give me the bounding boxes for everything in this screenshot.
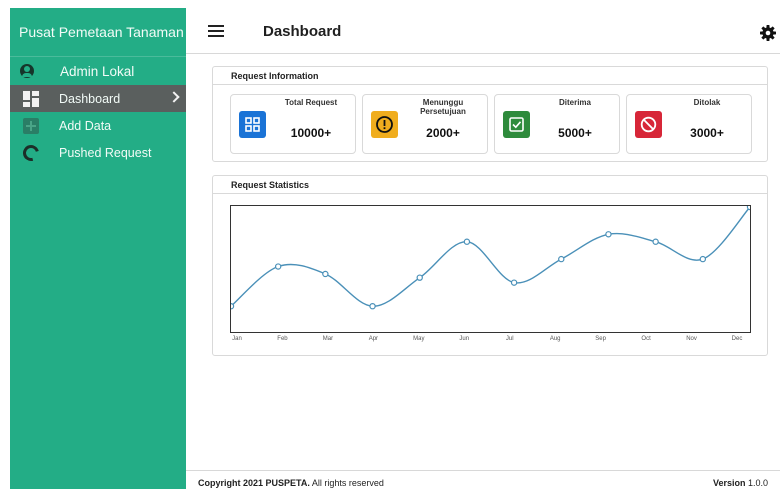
data-point-nov[interactable] bbox=[699, 255, 707, 263]
panel-title: Request Statistics bbox=[213, 176, 767, 194]
x-tick-label: Dec bbox=[731, 336, 743, 342]
exclamation-icon bbox=[371, 111, 398, 138]
x-tick-label: Feb bbox=[277, 336, 288, 342]
data-point-jan[interactable] bbox=[227, 302, 235, 310]
ban-icon bbox=[635, 111, 662, 138]
sidebar-item-pushed-request[interactable]: Pushed Request bbox=[10, 139, 186, 166]
x-tick-label: Nov bbox=[686, 336, 697, 342]
data-point-aug[interactable] bbox=[558, 255, 565, 263]
sidebar-item-add-data[interactable]: Add Data bbox=[10, 112, 186, 139]
x-tick-label: Apr bbox=[368, 336, 379, 342]
copyright-text: Copyright 2021 PUSPETA. All rights reser… bbox=[198, 478, 384, 488]
panel-title: Request Information bbox=[213, 67, 767, 85]
x-tick-label: Aug bbox=[549, 336, 561, 342]
x-axis-labels: Jan Feb Mar Apr May Jun Jul Aug Sep Oct Nov Dec bbox=[229, 336, 753, 348]
page-title: Dashboard bbox=[263, 23, 342, 40]
data-point-mar[interactable] bbox=[322, 270, 329, 278]
sidebar-item-label: Add Data bbox=[59, 118, 112, 133]
data-point-oct[interactable] bbox=[652, 238, 659, 245]
series-line bbox=[230, 206, 751, 307]
version-text: Version 1.0.0 bbox=[712, 478, 768, 488]
x-tick-label: Oct bbox=[641, 336, 651, 342]
gear-icon[interactable] bbox=[760, 25, 776, 41]
x-tick-label: Mar bbox=[322, 336, 334, 342]
user-profile[interactable]: Admin Lokal bbox=[10, 57, 186, 85]
user-name: Admin Lokal bbox=[60, 63, 135, 79]
x-tick-label: Jul bbox=[505, 336, 514, 342]
grid-icon bbox=[239, 111, 266, 138]
sidebar-item-label: Pushed Request bbox=[59, 145, 152, 160]
hamburger-menu-icon[interactable] bbox=[208, 25, 224, 37]
sidebar-item-dashboard[interactable]: Dashboard bbox=[10, 85, 186, 112]
data-point-sep[interactable] bbox=[605, 231, 612, 238]
data-point-jun[interactable] bbox=[463, 238, 471, 245]
sidebar-item-label: Dashboard bbox=[59, 91, 121, 106]
x-tick-label: Jun bbox=[459, 336, 470, 342]
card-value: 10000+ bbox=[290, 126, 332, 140]
topbar: Dashboard bbox=[186, 8, 780, 54]
data-point-jul[interactable] bbox=[510, 279, 518, 286]
card-value: 2000+ bbox=[426, 126, 460, 140]
check-square-icon bbox=[503, 111, 530, 138]
dashboard-icon bbox=[23, 90, 39, 107]
line-chart bbox=[227, 203, 754, 333]
data-point-may[interactable] bbox=[416, 274, 423, 281]
card-label: Ditolak bbox=[693, 98, 721, 107]
card-value: 3000+ bbox=[690, 126, 724, 140]
data-point-feb[interactable] bbox=[274, 263, 282, 270]
x-tick-label: May bbox=[413, 336, 425, 342]
footer: Copyright 2021 PUSPETA. All rights reser… bbox=[186, 470, 780, 489]
add-data-icon bbox=[23, 117, 39, 134]
rejected-card[interactable]: Ditolak 3000+ bbox=[626, 94, 752, 154]
pending-approval-card[interactable]: Menunggu Persetujuan 2000+ bbox=[362, 94, 488, 154]
data-point-dec[interactable] bbox=[746, 203, 754, 211]
request-statistics-panel: Request Statistics Jan Feb Mar Apr May Jun Jul… bbox=[212, 175, 768, 356]
request-information-panel: Request Information Total Request 10000+… bbox=[212, 66, 768, 162]
accepted-card[interactable]: Diterima 5000+ bbox=[494, 94, 620, 154]
x-tick-label: Jan bbox=[232, 336, 242, 342]
card-label: Menunggu Persetujuan bbox=[420, 98, 466, 116]
x-tick-label: Sep bbox=[595, 336, 606, 342]
card-value: 5000+ bbox=[558, 126, 592, 140]
chevron-right-icon bbox=[168, 91, 180, 103]
total-request-card[interactable]: Total Request 10000+ bbox=[230, 94, 356, 154]
pushed-request-icon bbox=[20, 141, 42, 164]
card-label: Total Request bbox=[284, 98, 338, 107]
brand-title[interactable]: Pusat Pemetaan Tanaman bbox=[10, 8, 186, 57]
line-chart-svg bbox=[227, 203, 754, 310]
user-avatar-icon bbox=[20, 64, 34, 78]
sidebar: Pusat Pemetaan Tanaman Admin Lokal Dashb… bbox=[10, 8, 186, 489]
card-label: Diterima bbox=[558, 98, 591, 107]
data-point-apr[interactable] bbox=[369, 302, 376, 310]
